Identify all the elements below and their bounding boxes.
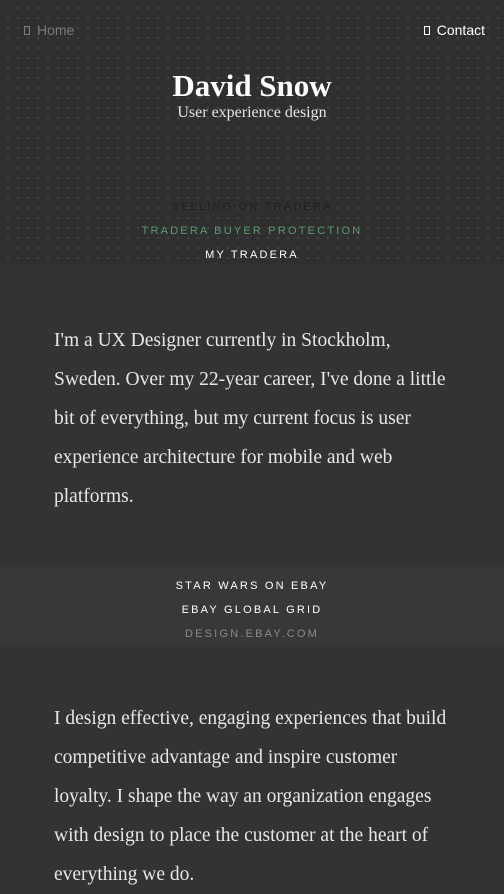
intro-paragraph: I'm a UX Designer currently in Stockholm… bbox=[54, 330, 446, 507]
site-subtitle: User experience design bbox=[177, 104, 327, 121]
link-selling-on-tradera[interactable]: SELLING ON TRADERA bbox=[0, 195, 504, 219]
home-label: Home bbox=[37, 22, 75, 38]
band-links: STAR WARS ON EBAY EBAY GLOBAL GRID DESIG… bbox=[0, 574, 504, 646]
portfolio-band: STAR WARS ON EBAY EBAY GLOBAL GRID DESIG… bbox=[0, 565, 504, 645]
second-paragraph: I design effective, engaging experiences… bbox=[54, 708, 447, 885]
link-ebay-global-grid[interactable]: EBAY GLOBAL GRID bbox=[0, 598, 504, 622]
link-design-ebay-com[interactable]: DESIGN.EBAY.COM bbox=[0, 622, 504, 646]
contact-link[interactable]: Contact bbox=[423, 22, 485, 38]
contact-label: Contact bbox=[436, 22, 485, 38]
header: Home Contact David Snow User experience … bbox=[0, 0, 504, 265]
home-link[interactable]: Home bbox=[24, 22, 74, 38]
site-title: David Snow bbox=[172, 68, 332, 103]
link-my-tradera[interactable]: MY TRADERA bbox=[0, 243, 504, 267]
mail-icon bbox=[423, 25, 430, 35]
home-icon bbox=[24, 25, 30, 35]
header-links: SELLING ON TRADERA TRADERA BUYER PROTECT… bbox=[0, 195, 504, 267]
link-tradera-buyer-protection[interactable]: TRADERA BUYER PROTECTION bbox=[0, 219, 504, 243]
link-star-wars-on-ebay[interactable]: STAR WARS ON EBAY bbox=[0, 574, 504, 598]
